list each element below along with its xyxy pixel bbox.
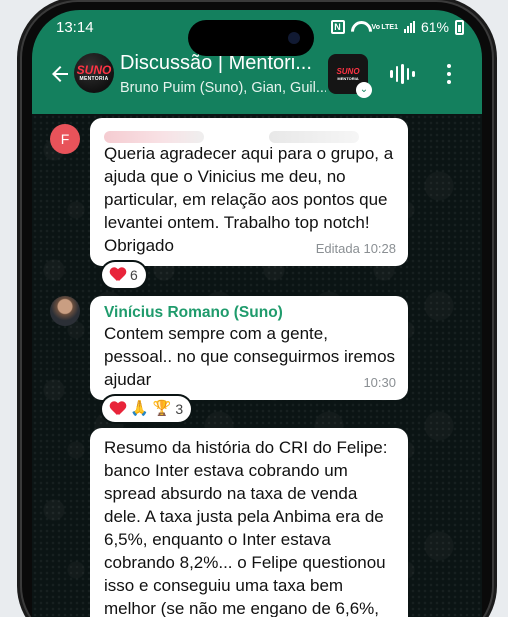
nfc-icon: N xyxy=(330,20,345,34)
redacted-sender-name xyxy=(104,131,204,143)
status-bar: 13:14 N Vo LTE1 61% xyxy=(32,10,482,56)
reaction-pill[interactable]: 6 xyxy=(102,262,146,288)
thumbnail-subtext: MENTORIA xyxy=(337,76,359,81)
pray-icon: 🙏 xyxy=(130,400,149,417)
status-time: 13:14 xyxy=(56,19,94,36)
message-timestamp: Editada 10:28 xyxy=(315,241,396,256)
reaction-count: 3 xyxy=(175,401,184,417)
signal-icon xyxy=(403,21,415,33)
sender-avatar[interactable]: F xyxy=(50,124,80,154)
reaction-pill[interactable]: 🙏 🏆 3 xyxy=(102,396,192,422)
group-avatar-text: SUNO xyxy=(76,62,112,77)
heart-icon xyxy=(110,402,126,416)
message-bubble[interactable]: Queria agradecer aqui para o grupo, a aj… xyxy=(90,118,408,266)
more-options-icon[interactable] xyxy=(446,64,452,84)
heart-icon xyxy=(110,268,126,282)
sender-header-redacted xyxy=(104,126,396,143)
chevron-down-icon: ⌄ xyxy=(356,82,372,98)
message-bubble[interactable]: Resumo da história do CRI do Felipe: ban… xyxy=(90,428,408,617)
back-arrow-icon[interactable] xyxy=(48,62,72,86)
community-thumbnail[interactable]: SUNO MENTORIA ⌄ xyxy=(328,54,372,98)
volte-label: Vo LTE1 xyxy=(371,23,398,31)
message-text: Contem sempre com a gente, pessoal.. no … xyxy=(104,324,396,389)
sender-avatar[interactable] xyxy=(50,296,80,326)
status-icons: N Vo LTE1 61% xyxy=(330,19,464,35)
chat-participants[interactable]: Bruno Puim (Suno), Gian, Guil... xyxy=(120,80,326,96)
message-timestamp: 10:30 xyxy=(363,375,396,390)
dynamic-island xyxy=(188,20,314,56)
chat-area[interactable]: F Queria agradecer aqui para o grupo, a … xyxy=(32,114,482,617)
battery-icon xyxy=(455,19,464,35)
message-bubble[interactable]: Vinícius Romano (Suno) Contem sempre com… xyxy=(90,296,408,400)
sender-name[interactable]: Vinícius Romano (Suno) xyxy=(104,304,396,322)
trophy-icon: 🏆 xyxy=(152,400,172,417)
reaction-count: 6 xyxy=(130,267,138,283)
group-avatar-subtext: MENTORIA xyxy=(79,75,109,82)
thumbnail-text: SUNO xyxy=(336,67,360,76)
message-text: Resumo da história do CRI do Felipe: ban… xyxy=(104,438,388,617)
chat-header: SUNO MENTORIA Discussão | Mentori... Bru… xyxy=(32,46,482,114)
group-avatar[interactable]: SUNO MENTORIA xyxy=(74,53,114,93)
voice-chat-icon[interactable] xyxy=(390,64,415,84)
camera-icon xyxy=(288,32,300,44)
screen: 13:14 N Vo LTE1 61% SUNO MENTORIA Discus… xyxy=(32,10,482,617)
battery-percent: 61% xyxy=(420,19,449,35)
phone-frame: 13:14 N Vo LTE1 61% SUNO MENTORIA Discus… xyxy=(22,2,492,617)
redacted-phone-number xyxy=(268,131,359,143)
wifi-icon xyxy=(351,21,366,33)
